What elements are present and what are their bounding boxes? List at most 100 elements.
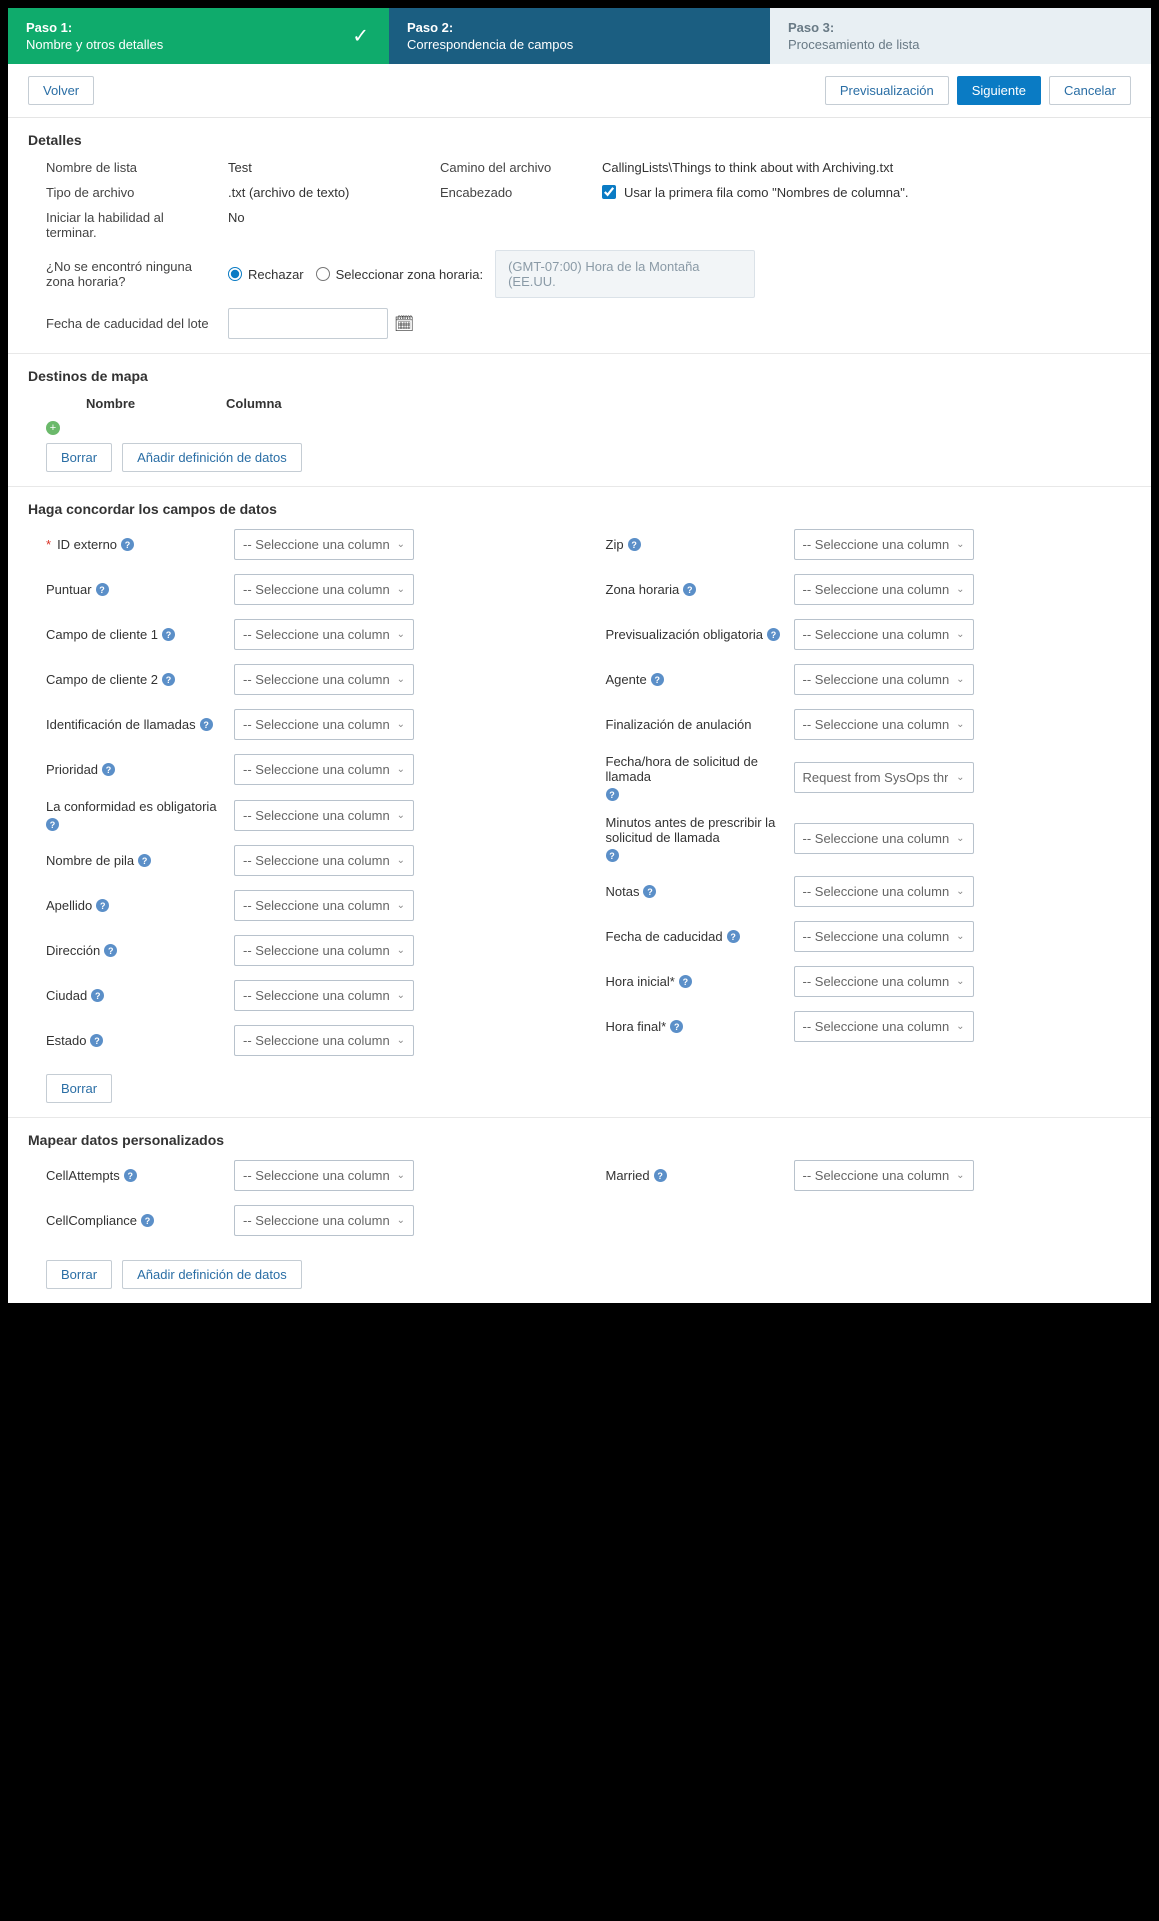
mapdest-clear-button[interactable]: Borrar (46, 443, 112, 472)
help-icon[interactable]: ? (124, 1169, 137, 1182)
help-icon[interactable]: ? (643, 885, 656, 898)
help-icon[interactable]: ? (90, 1034, 103, 1047)
preview-button[interactable]: Previsualización (825, 76, 949, 105)
field-row: Nombre de pila?-- Seleccione una column⌄ (46, 845, 572, 876)
help-icon[interactable]: ? (102, 763, 115, 776)
help-icon[interactable]: ? (121, 538, 134, 551)
custom-section: Mapear datos personalizados CellAttempts… (8, 1118, 1151, 1303)
chevron-down-icon: ⌄ (956, 584, 964, 595)
custom-add-button[interactable]: Añadir definición de datos (122, 1260, 302, 1289)
help-icon[interactable]: ? (162, 673, 175, 686)
help-icon[interactable]: ? (679, 975, 692, 988)
chevron-down-icon: ⌄ (956, 886, 964, 897)
custom-clear-button[interactable]: Borrar (46, 1260, 112, 1289)
chevron-down-icon: ⌄ (397, 539, 405, 550)
timezone-select[interactable]: (GMT-07:00) Hora de la Montaña (EE.UU. (495, 250, 755, 298)
select-value: -- Seleccione una column (803, 831, 950, 846)
column-select[interactable]: -- Seleccione una column⌄ (794, 921, 974, 952)
help-icon[interactable]: ? (606, 849, 619, 862)
field-row: Hora inicial*?-- Seleccione una column⌄ (606, 966, 1132, 997)
add-icon[interactable]: + (46, 421, 60, 435)
field-row: Identificación de llamadas?-- Seleccione… (46, 709, 572, 740)
help-icon[interactable]: ? (96, 583, 109, 596)
header-checkbox[interactable] (602, 185, 616, 199)
help-icon[interactable]: ? (162, 628, 175, 641)
chevron-down-icon: ⌄ (397, 990, 405, 1001)
back-button[interactable]: Volver (28, 76, 94, 105)
mapdest-add-button[interactable]: Añadir definición de datos (122, 443, 302, 472)
help-icon[interactable]: ? (767, 628, 780, 641)
column-select[interactable]: Request from SysOps thr⌄ (794, 762, 974, 793)
field-row: Campo de cliente 2?-- Seleccione una col… (46, 664, 572, 695)
selecttz-radio[interactable] (316, 267, 330, 281)
select-value: -- Seleccione una column (243, 627, 390, 642)
column-select[interactable]: -- Seleccione una column⌄ (234, 935, 414, 966)
column-select[interactable]: -- Seleccione una column⌄ (234, 619, 414, 650)
help-icon[interactable]: ? (46, 818, 59, 831)
help-icon[interactable]: ? (200, 718, 213, 731)
help-icon[interactable]: ? (683, 583, 696, 596)
column-select[interactable]: -- Seleccione una column⌄ (234, 800, 414, 831)
help-icon[interactable]: ? (727, 930, 740, 943)
help-icon[interactable]: ? (96, 899, 109, 912)
help-icon[interactable]: ? (628, 538, 641, 551)
column-select[interactable]: -- Seleccione una column⌄ (234, 845, 414, 876)
column-select[interactable]: -- Seleccione una column⌄ (234, 754, 414, 785)
help-icon[interactable]: ? (651, 673, 664, 686)
select-value: -- Seleccione una column (803, 884, 950, 899)
chevron-down-icon: ⌄ (397, 674, 405, 685)
next-button[interactable]: Siguiente (957, 76, 1041, 105)
calendar-icon[interactable]: 🗓 (394, 314, 414, 334)
required-indicator: * (46, 537, 51, 552)
column-select[interactable]: -- Seleccione una column⌄ (794, 664, 974, 695)
column-select[interactable]: -- Seleccione una column⌄ (234, 890, 414, 921)
column-select[interactable]: -- Seleccione una column⌄ (234, 1205, 414, 1236)
field-row: Married?-- Seleccione una column⌄ (606, 1160, 1132, 1191)
step-2[interactable]: Paso 2: Correspondencia de campos (389, 8, 770, 64)
field-label: Fecha/hora de solicitud de llamada? (606, 754, 786, 801)
column-select[interactable]: -- Seleccione una column⌄ (234, 709, 414, 740)
help-icon[interactable]: ? (104, 944, 117, 957)
column-select[interactable]: -- Seleccione una column⌄ (234, 529, 414, 560)
field-label: Prioridad? (46, 762, 226, 777)
column-select[interactable]: -- Seleccione una column⌄ (794, 574, 974, 605)
cancel-button[interactable]: Cancelar (1049, 76, 1131, 105)
column-select[interactable]: -- Seleccione una column⌄ (234, 980, 414, 1011)
column-select[interactable]: -- Seleccione una column⌄ (794, 529, 974, 560)
field-row: Apellido?-- Seleccione una column⌄ (46, 890, 572, 921)
step-1[interactable]: Paso 1: Nombre y otros detalles ✓ (8, 8, 389, 64)
expiry-input[interactable] (228, 308, 388, 339)
select-value: -- Seleccione una column (803, 717, 950, 732)
listname-value: Test (228, 160, 428, 175)
chevron-down-icon: ⌄ (397, 810, 405, 821)
column-select[interactable]: -- Seleccione una column⌄ (794, 966, 974, 997)
help-icon[interactable]: ? (138, 854, 151, 867)
filetype-value: .txt (archivo de texto) (228, 185, 428, 200)
help-icon[interactable]: ? (606, 788, 619, 801)
help-icon[interactable]: ? (670, 1020, 683, 1033)
column-select[interactable]: -- Seleccione una column⌄ (794, 1160, 974, 1191)
field-label-text: Prioridad (46, 762, 98, 777)
reject-radio[interactable] (228, 267, 242, 281)
listname-label: Nombre de lista (46, 160, 216, 175)
column-select[interactable]: -- Seleccione una column⌄ (234, 664, 414, 695)
field-label: La conformidad es obligatoria? (46, 799, 226, 831)
column-select[interactable]: -- Seleccione una column⌄ (794, 823, 974, 854)
field-row: Dirección?-- Seleccione una column⌄ (46, 935, 572, 966)
column-select[interactable]: -- Seleccione una column ⌄ (794, 876, 974, 907)
column-select[interactable]: -- Seleccione una column⌄ (794, 619, 974, 650)
column-select[interactable]: -- Seleccione una column⌄ (794, 709, 974, 740)
chevron-down-icon: ⌄ (956, 1021, 964, 1032)
column-select[interactable]: -- Seleccione una column⌄ (234, 574, 414, 605)
column-select[interactable]: -- Seleccione una column⌄ (794, 1011, 974, 1042)
help-icon[interactable]: ? (91, 989, 104, 1002)
help-icon[interactable]: ? (654, 1169, 667, 1182)
field-label-text: CellAttempts (46, 1168, 120, 1183)
column-select[interactable]: -- Seleccione una column⌄ (234, 1025, 414, 1056)
filepath-value: CallingLists\Things to think about with … (602, 160, 1131, 175)
step-3[interactable]: Paso 3: Procesamiento de lista (770, 8, 1151, 64)
match-clear-button[interactable]: Borrar (46, 1074, 112, 1103)
column-select[interactable]: -- Seleccione una column⌄ (234, 1160, 414, 1191)
field-label: Notas? (606, 884, 786, 899)
help-icon[interactable]: ? (141, 1214, 154, 1227)
